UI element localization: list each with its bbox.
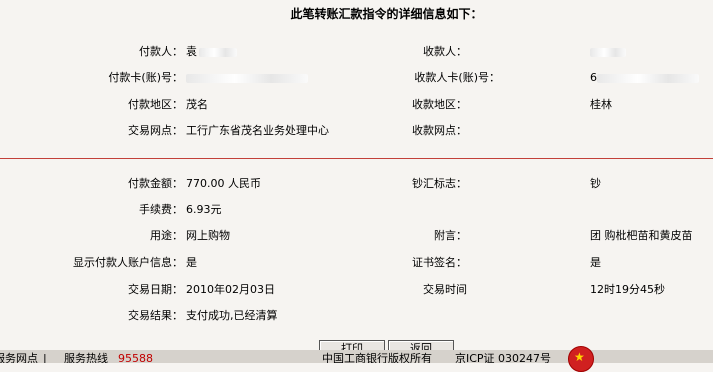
- hotline-label: 服务热线: [64, 352, 108, 363]
- purpose-label: 用途：: [150, 229, 183, 242]
- police-emblem-icon[interactable]: ★: [568, 346, 594, 372]
- payer-region-value: 茂名: [186, 98, 208, 111]
- payer-name-value: 袁: [186, 44, 237, 60]
- amount-label: 付款金额：: [128, 177, 183, 190]
- card-row: 付款卡(账)号： 收款人卡(账)号： 6: [0, 70, 713, 86]
- payer-card-value: [186, 70, 308, 86]
- purpose-row: 用途： 网上购物 附言： 团 购枇杷苗和黄皮苗: [0, 228, 713, 244]
- icp-text: 京ICP证 030247号: [455, 352, 552, 363]
- hotline-number: 95588: [118, 352, 153, 363]
- payee-name-value: [590, 44, 626, 60]
- page-title: 此笔转账汇款指令的详细信息如下：: [290, 7, 483, 21]
- footer-bar: 服务网点 | 服务热线 95588 中国工商银行版权所有 京ICP证 03024…: [0, 350, 713, 363]
- branch-row: 交易网点： 工行广东省茂名业务处理中心 收款网点：: [0, 123, 713, 139]
- amount-row: 付款金额： 770.00 人民币 钞汇标志： 钞: [0, 176, 713, 192]
- payee-branch-label: 收款网点：: [412, 124, 467, 137]
- purpose-value: 网上购物: [186, 229, 230, 242]
- payer-name-label: 付款人：: [139, 45, 183, 58]
- result-label: 交易结果：: [128, 309, 183, 322]
- region-row: 付款地区： 茂名 收款地区： 桂林: [0, 97, 713, 113]
- currency-flag-label: 钞汇标志：: [412, 177, 467, 190]
- currency-flag-value: 钞: [590, 177, 601, 190]
- payer-region-label: 付款地区：: [128, 98, 183, 111]
- footer-separator: |: [43, 352, 47, 363]
- payee-card-label: 收款人卡(账)号：: [414, 71, 500, 84]
- section-divider: [0, 158, 713, 159]
- date-row: 交易日期： 2010年02月03日 交易时间 12时19分45秒: [0, 282, 713, 298]
- cert-sign-value: 是: [590, 256, 601, 269]
- redacted-text: [597, 73, 699, 83]
- date-label: 交易日期：: [128, 283, 183, 296]
- outlets-link[interactable]: 服务网点: [0, 352, 38, 363]
- time-value: 12时19分45秒: [590, 283, 665, 296]
- show-account-value: 是: [186, 256, 197, 269]
- payer-card-label: 付款卡(账)号：: [108, 71, 183, 84]
- fee-label: 手续费：: [139, 203, 183, 216]
- redacted-text: [199, 47, 237, 57]
- payee-card-value: 6: [590, 70, 699, 86]
- time-label: 交易时间: [423, 283, 467, 296]
- payee-region-value: 桂林: [590, 98, 612, 111]
- fee-value: 6.93元: [186, 203, 222, 216]
- cert-sign-label: 证书签名：: [412, 256, 467, 269]
- amount-value: 770.00 人民币: [186, 177, 261, 190]
- result-row: 交易结果： 支付成功,已经清算: [0, 308, 713, 324]
- date-value: 2010年02月03日: [186, 283, 275, 296]
- copyright-text: 中国工商银行版权所有: [322, 352, 432, 363]
- payee-name-label: 收款人：: [423, 45, 467, 58]
- payer-branch-label: 交易网点：: [128, 124, 183, 137]
- result-value: 支付成功,已经清算: [186, 309, 278, 322]
- show-account-label: 显示付款人账户信息：: [73, 256, 183, 269]
- memo-value: 团 购枇杷苗和黄皮苗: [590, 229, 693, 242]
- redacted-text: [590, 47, 626, 57]
- memo-label: 附言：: [434, 229, 467, 242]
- fee-row: 手续费： 6.93元: [0, 202, 713, 218]
- show-account-row: 显示付款人账户信息： 是 证书签名： 是: [0, 255, 713, 271]
- redacted-text: [186, 73, 308, 83]
- payee-region-label: 收款地区：: [412, 98, 467, 111]
- payer-name-row: 付款人： 袁 收款人：: [0, 44, 713, 60]
